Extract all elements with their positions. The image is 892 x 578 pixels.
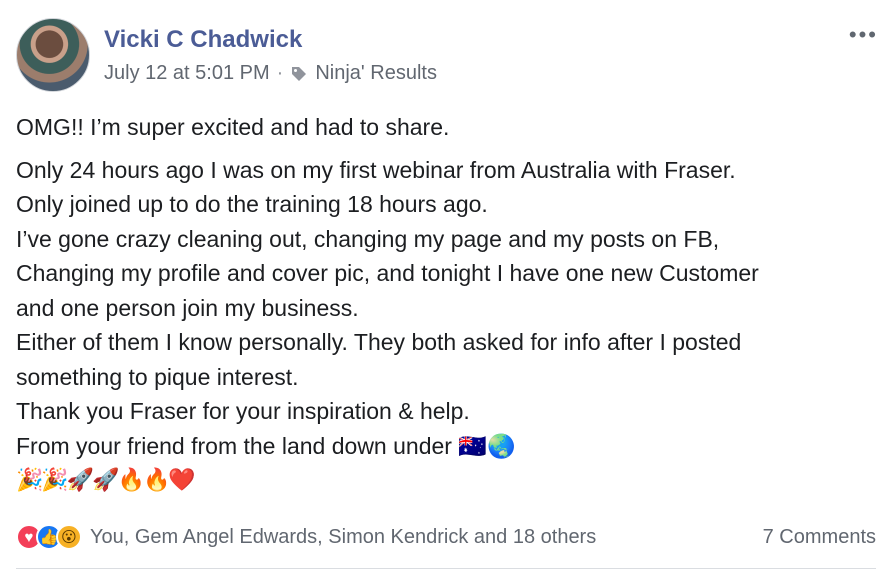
post-tag[interactable]: Ninja' Results <box>315 62 437 85</box>
post-intro: OMG!! I’m super excited and had to share… <box>16 114 450 140</box>
reactors-link[interactable]: You, Gem Angel Edwards, Simon Kendrick a… <box>90 526 596 549</box>
post-footer: ♥ 👍 😮 You, Gem Angel Edwards, Simon Kend… <box>16 518 876 556</box>
post-line: and one person join my business. <box>16 294 359 321</box>
reaction-icons[interactable]: ♥ 👍 😮 <box>16 524 82 550</box>
comments-link[interactable]: 7 Comments <box>763 526 876 549</box>
meta-separator: · <box>276 62 284 84</box>
post-line: Thank you Fraser for your inspiration & … <box>16 398 470 424</box>
wow-reaction-icon[interactable]: 😮 <box>56 524 82 550</box>
post-line: From your friend from the land down unde… <box>16 432 516 459</box>
post-line: something to pique interest. <box>16 363 299 390</box>
post-line: Changing my profile and cover pic, and t… <box>16 260 759 286</box>
post-line: Only joined up to do the training 18 hou… <box>16 191 488 217</box>
post-line: Only 24 hours ago I was on my first webi… <box>16 156 736 183</box>
emoji-line: 🎉🎉🚀🚀🔥🔥❤️ <box>16 467 196 492</box>
post-line: Either of them I know personally. They b… <box>16 329 742 355</box>
post-timestamp[interactable]: July 12 at 5:01 PM <box>104 62 270 85</box>
avatar[interactable] <box>16 18 90 92</box>
post-meta: July 12 at 5:01 PM · Ninja' Results <box>104 62 437 85</box>
more-options-icon[interactable]: ••• <box>849 22 878 48</box>
post-line: I’ve gone crazy cleaning out, changing m… <box>16 225 720 252</box>
tag-icon <box>292 66 307 81</box>
author-name-link[interactable]: Vicki C Chadwick <box>104 26 302 54</box>
divider <box>16 568 876 569</box>
post-body: OMG!! I’m super excited and had to share… <box>16 110 876 497</box>
